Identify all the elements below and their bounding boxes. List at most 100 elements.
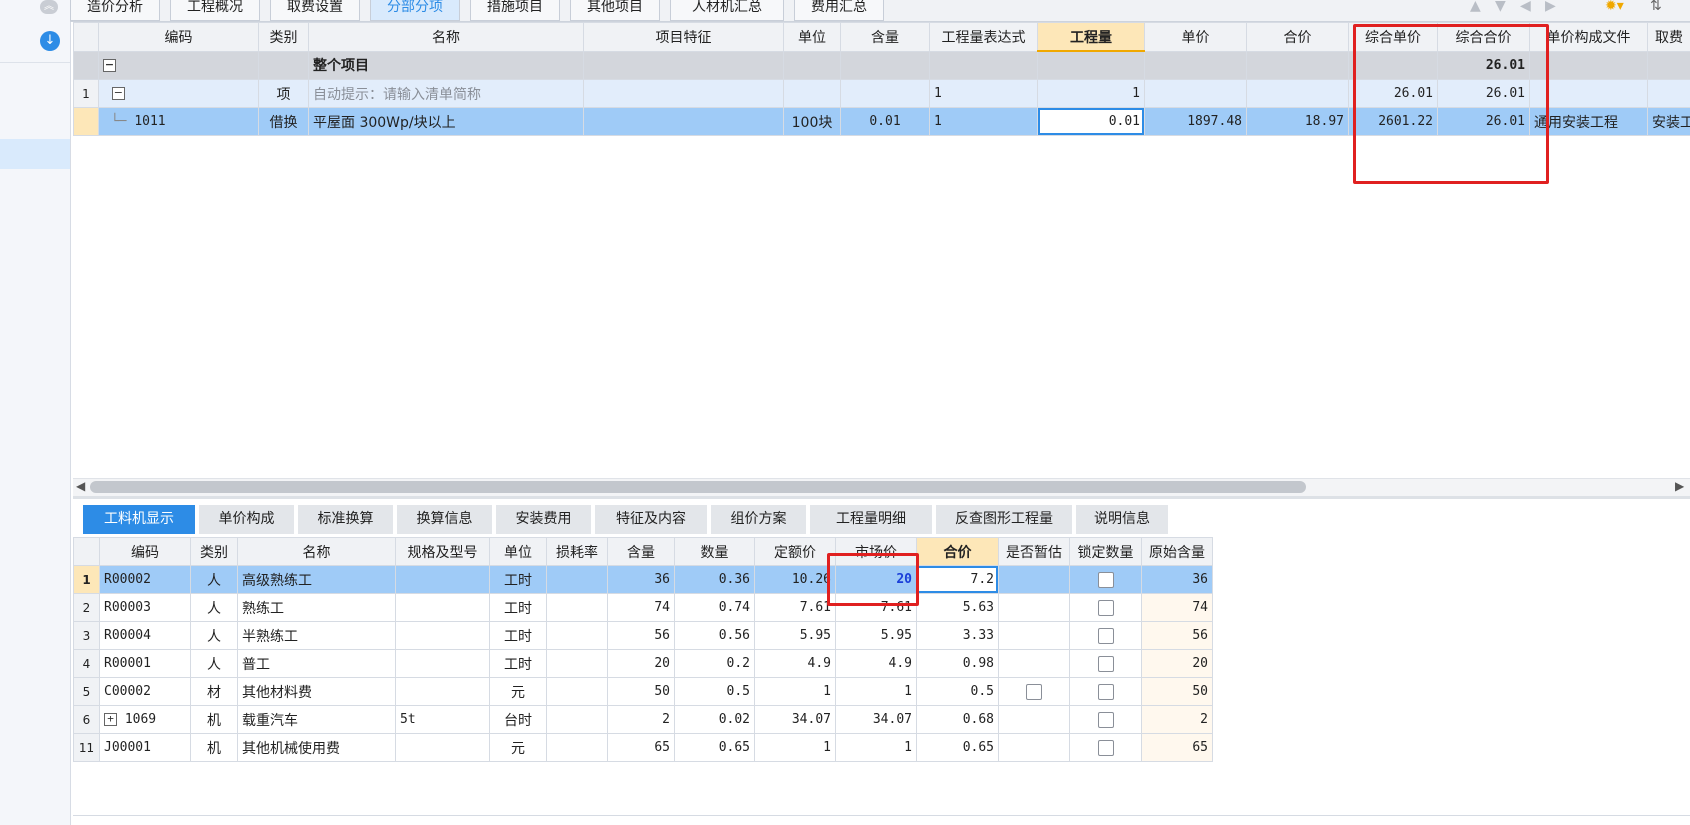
sub-qty-expr[interactable]: 1 (929, 107, 1038, 136)
cell-provisional[interactable] (998, 705, 1070, 734)
cell-code[interactable]: R00003 (99, 593, 191, 622)
cell-name[interactable]: 熟练工 (237, 593, 396, 622)
lock-qty-checkbox[interactable] (1097, 655, 1114, 672)
cell-content[interactable]: 50 (607, 677, 675, 706)
cell-unit[interactable]: 工时 (489, 649, 547, 678)
provisional-checkbox[interactable] (1026, 683, 1042, 700)
cell-market-price[interactable]: 1 (835, 733, 917, 762)
tab-quantity-details[interactable]: 工程量明细 (810, 505, 932, 534)
tab-notes[interactable]: 说明信息 (1076, 505, 1168, 534)
table-row[interactable]: 11 J00001 机 其他机械使用费 元 65 0.65 1 1 0.65 6… (73, 733, 1213, 762)
col-feature[interactable]: 项目特征 (583, 22, 784, 52)
cell-quantity[interactable]: 0.5 (674, 677, 755, 706)
tab-features[interactable]: 特征及内容 (595, 505, 707, 534)
cell-market-price[interactable]: 5.95 (835, 621, 917, 650)
cell-name[interactable]: 高级熟练工 (237, 565, 396, 594)
col-sum[interactable]: 合价 (916, 537, 999, 566)
tab-reverse-graphic[interactable]: 反查图形工程量 (936, 505, 1072, 534)
tab-price-composition[interactable]: 单价构成 (199, 505, 294, 534)
cell-type[interactable]: 人 (190, 593, 238, 622)
move-down-icon[interactable]: ▼ (1495, 0, 1506, 13)
cell-sum-input[interactable]: 7.2 (916, 565, 999, 594)
tab-other-items[interactable]: 其他项目 (570, 0, 660, 21)
cell-name[interactable]: 半熟练工 (237, 621, 396, 650)
lock-qty-checkbox[interactable] (1097, 739, 1114, 756)
table-row[interactable]: 1 R00002 人 高级熟练工 工时 36 0.36 10.26 20 7.2… (73, 565, 1213, 594)
cell-loss-rate[interactable] (546, 733, 608, 762)
cell-quantity[interactable]: 0.74 (674, 593, 755, 622)
cell-spec[interactable]: 5t (395, 705, 490, 734)
cell-market-price[interactable]: 4.9 (835, 649, 917, 678)
cell-loss-rate[interactable] (546, 705, 608, 734)
tab-conversion-info[interactable]: 换算信息 (397, 505, 492, 534)
move-left-icon[interactable]: ◀ (1520, 0, 1531, 13)
cell-name[interactable]: 其他材料费 (237, 677, 396, 706)
sub-fee[interactable]: 安装工 (1647, 107, 1690, 136)
cell-code[interactable]: R00002 (99, 565, 191, 594)
settings-icon[interactable]: ✹▾ (1605, 0, 1624, 13)
item-type[interactable]: 项 (258, 79, 309, 108)
tab-cost-analysis[interactable]: 造价分析 (70, 0, 160, 21)
col-quantity[interactable]: 数量 (674, 537, 755, 566)
cell-code[interactable]: R00001 (99, 649, 191, 678)
cell-type[interactable]: 机 (190, 733, 238, 762)
tab-fee-summary[interactable]: 费用汇总 (794, 0, 884, 21)
lock-qty-checkbox[interactable] (1097, 627, 1114, 644)
cell-content[interactable]: 36 (607, 565, 675, 594)
cell-code[interactable]: J00001 (99, 733, 191, 762)
cell-content[interactable]: 65 (607, 733, 675, 762)
cell-spec[interactable] (395, 593, 490, 622)
col-content[interactable]: 含量 (840, 22, 930, 52)
cell-provisional[interactable] (998, 733, 1070, 762)
cell-provisional[interactable] (998, 593, 1070, 622)
sort-icon[interactable]: ⇅ (1650, 0, 1662, 13)
cell-content[interactable]: 56 (607, 621, 675, 650)
cell-name[interactable]: 其他机械使用费 (237, 733, 396, 762)
col-type[interactable]: 类别 (190, 537, 238, 566)
table-row[interactable]: 3 R00004 人 半熟练工 工时 56 0.56 5.95 5.95 3.3… (73, 621, 1213, 650)
col-type[interactable]: 类别 (258, 22, 309, 52)
pane-splitter[interactable] (73, 496, 1690, 499)
tab-resource-display[interactable]: 工料机显示 (83, 505, 195, 534)
cell-unit[interactable]: 工时 (489, 565, 547, 594)
cell-quantity[interactable]: 0.56 (674, 621, 755, 650)
lock-qty-checkbox[interactable] (1097, 683, 1114, 700)
move-right-icon[interactable]: ▶ (1545, 0, 1556, 13)
col-unit-price[interactable]: 单价 (1144, 22, 1247, 52)
item-name-hint[interactable]: 自动提示：请输入清单简称 (308, 79, 584, 108)
cell-quantity[interactable]: 0.65 (674, 733, 755, 762)
table-row[interactable]: 4 R00001 人 普工 工时 20 0.2 4.9 4.9 0.98 20 (73, 649, 1213, 678)
col-name[interactable]: 名称 (308, 22, 584, 52)
cell-unit[interactable]: 工时 (489, 593, 547, 622)
sub-content[interactable]: 0.01 (840, 107, 930, 136)
col-sum[interactable]: 合价 (1246, 22, 1349, 52)
col-lock-qty[interactable]: 锁定数量 (1069, 537, 1142, 566)
col-name[interactable]: 名称 (237, 537, 396, 566)
scroll-right-icon[interactable]: ▶ (1675, 479, 1684, 493)
cell-spec[interactable] (395, 733, 490, 762)
col-content[interactable]: 含量 (607, 537, 675, 566)
tab-sub-items[interactable]: 分部分项 (370, 0, 460, 21)
cell-provisional[interactable] (998, 621, 1070, 650)
cell-unit[interactable]: 元 (489, 677, 547, 706)
cell-loss-rate[interactable] (546, 649, 608, 678)
col-original-content[interactable]: 原始含量 (1141, 537, 1213, 566)
cell-unit[interactable]: 元 (489, 733, 547, 762)
cell-code[interactable]: R00004 (99, 621, 191, 650)
scrollbar-thumb[interactable] (90, 481, 1306, 493)
expand-icon[interactable]: + (104, 713, 117, 726)
cell-name[interactable]: 载重汽车 (237, 705, 396, 734)
sub-type[interactable]: 借换 (258, 107, 309, 136)
cell-quantity[interactable]: 0.36 (674, 565, 755, 594)
col-provisional[interactable]: 是否暂估 (998, 537, 1070, 566)
scroll-left-icon[interactable]: ◀ (76, 479, 85, 493)
tab-install-fee[interactable]: 安装费用 (496, 505, 591, 534)
collapse-icon[interactable]: ︽ (40, 0, 58, 14)
collapse-toggle-icon[interactable]: − (103, 58, 116, 72)
item-quantity[interactable]: 1 (1037, 79, 1145, 108)
cell-type[interactable]: 人 (190, 621, 238, 650)
cell-spec[interactable] (395, 649, 490, 678)
left-tree-selected-item[interactable] (0, 139, 70, 169)
cell-type[interactable]: 人 (190, 565, 238, 594)
col-unit[interactable]: 单位 (489, 537, 547, 566)
